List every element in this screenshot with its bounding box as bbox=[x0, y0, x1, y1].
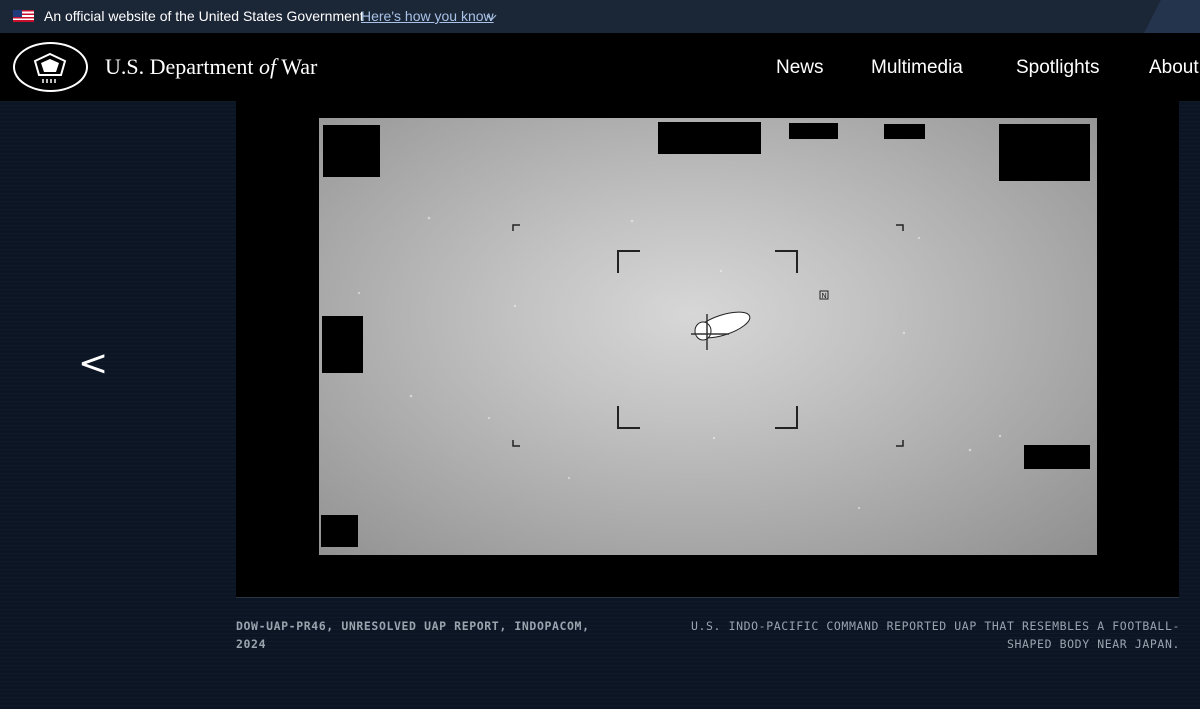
us-flag-icon bbox=[13, 10, 34, 22]
svg-text:N: N bbox=[822, 292, 827, 300]
nav-spotlights[interactable]: Spotlights bbox=[1016, 57, 1099, 79]
nav-news[interactable]: News bbox=[776, 57, 824, 79]
site-title-of: of bbox=[258, 54, 277, 79]
targeting-overlay: N bbox=[357, 216, 1002, 510]
uap-video-frame[interactable]: N bbox=[319, 118, 1097, 555]
banner-corner-decoration bbox=[1144, 0, 1200, 33]
site-title[interactable]: U.S. Department of War bbox=[105, 54, 317, 80]
pentagon-logo-icon[interactable] bbox=[13, 42, 88, 92]
carousel-prev-button[interactable]: < bbox=[78, 346, 108, 382]
nav-multimedia[interactable]: Multimedia bbox=[871, 57, 963, 79]
site-header: U.S. Department of War News Multimedia S… bbox=[0, 33, 1200, 101]
site-title-suffix: War bbox=[281, 54, 318, 79]
site-title-prefix: U.S. Department bbox=[105, 54, 254, 79]
media-caption-description: U.S. INDO-PACIFIC COMMAND REPORTED UAP T… bbox=[690, 619, 1180, 651]
heres-how-you-know-link[interactable]: Here's how you know bbox=[361, 8, 494, 24]
nav-about[interactable]: About bbox=[1149, 57, 1199, 79]
gov-banner: An official website of the United States… bbox=[0, 0, 1200, 33]
official-site-text: An official website of the United States… bbox=[44, 8, 364, 24]
media-carousel: < N DOW-UAP-PR46, UNRESOLVED UAP REPORT,… bbox=[0, 101, 1200, 709]
media-caption-title: DOW-UAP-PR46, UNRESOLVED UAP REPORT, IND… bbox=[236, 619, 590, 651]
